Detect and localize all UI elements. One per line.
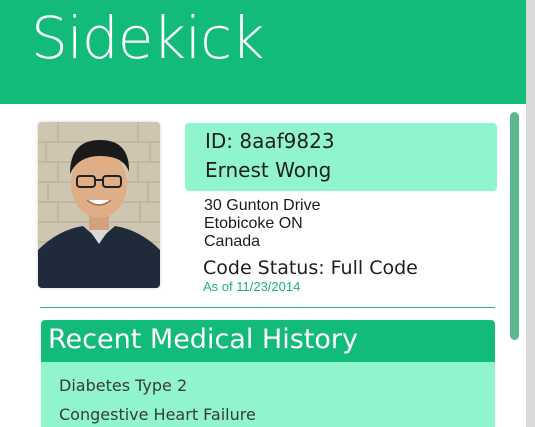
address-line-3: Canada xyxy=(204,233,261,250)
code-status-date: As of 11/23/2014 xyxy=(203,279,301,294)
app-logo: Sidekick xyxy=(31,4,265,72)
medical-history-title: Recent Medical History xyxy=(48,324,358,355)
section-divider xyxy=(40,307,495,308)
patient-id-card: ID: 8aaf9823 Ernest Wong xyxy=(185,123,497,191)
app-header: Sidekick xyxy=(0,0,526,104)
medical-history-item[interactable]: Diabetes Type 2 xyxy=(59,376,187,395)
scrollbar-track[interactable] xyxy=(526,0,535,427)
medical-history-list: Diabetes Type 2 Congestive Heart Failure xyxy=(41,362,495,427)
medical-history-item[interactable]: Congestive Heart Failure xyxy=(59,405,256,424)
patient-avatar-image xyxy=(38,122,160,288)
code-status: Code Status: Full Code xyxy=(203,257,418,279)
scrollbar-thumb[interactable] xyxy=(510,112,519,340)
patient-id: ID: 8aaf9823 xyxy=(205,129,335,153)
medical-history-header: Recent Medical History xyxy=(41,320,495,362)
patient-photo xyxy=(38,122,160,288)
patient-name: Ernest Wong xyxy=(205,158,332,182)
address-line-1: 30 Gunton Drive xyxy=(204,197,321,214)
address-line-2: Etobicoke ON xyxy=(204,215,303,232)
